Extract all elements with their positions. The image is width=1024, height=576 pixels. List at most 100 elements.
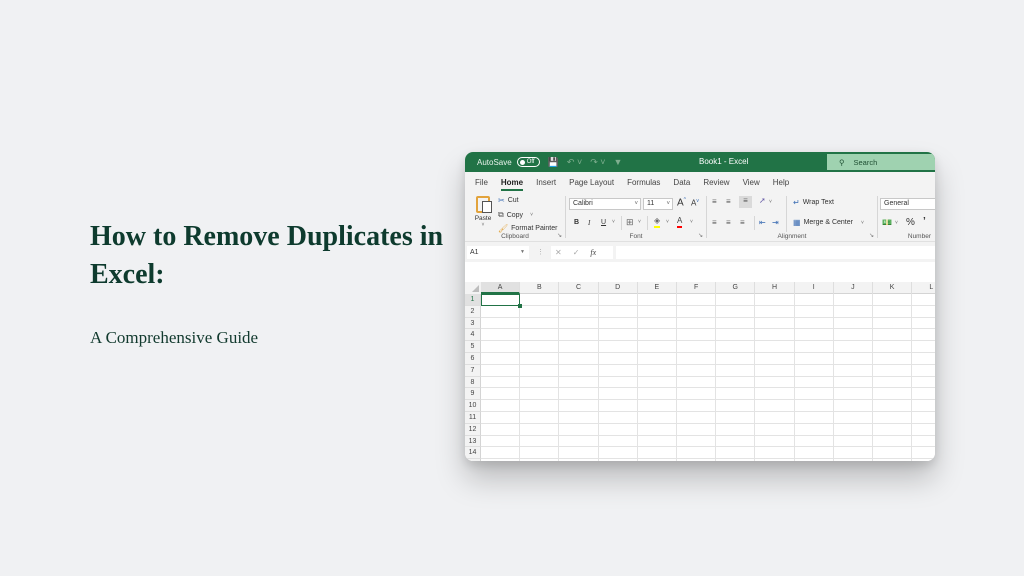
- row-header-8[interactable]: 8: [465, 376, 481, 389]
- percent-button[interactable]: %: [906, 217, 915, 228]
- column-header-e[interactable]: E: [638, 282, 677, 294]
- underline-button[interactable]: U: [601, 219, 606, 226]
- align-left-icon[interactable]: ≡: [712, 218, 717, 227]
- font-launcher-icon[interactable]: ↘: [698, 232, 703, 239]
- enter-icon[interactable]: ✓: [573, 248, 580, 257]
- orientation-icon[interactable]: ➚: [759, 196, 766, 205]
- italic-button[interactable]: I: [588, 219, 590, 227]
- wrap-text-button[interactable]: ↵ Wrap Text: [793, 198, 834, 207]
- column-header-g[interactable]: G: [716, 282, 756, 294]
- gridline-horizontal: [481, 422, 935, 424]
- clipboard-group: Paste ˅ ✂ Cut ⧉ Copy ˅ 🖌 Format Painter …: [465, 192, 565, 242]
- tab-formulas[interactable]: Formulas: [627, 178, 660, 187]
- tab-data[interactable]: Data: [673, 178, 690, 187]
- merge-center-button[interactable]: ▦ Merge & Center ˅: [793, 218, 864, 227]
- font-color-button[interactable]: A: [677, 216, 683, 228]
- accounting-dropdown-icon[interactable]: ˅: [895, 220, 898, 226]
- align-right-icon[interactable]: ≡: [740, 218, 745, 227]
- copy-dropdown-icon[interactable]: ˅: [530, 212, 533, 218]
- column-header-c[interactable]: C: [559, 282, 599, 294]
- bold-button[interactable]: B: [574, 219, 579, 226]
- align-bottom-icon[interactable]: ≡: [739, 196, 752, 208]
- column-header-k[interactable]: K: [873, 282, 913, 294]
- more-icon[interactable]: ⋮: [537, 248, 544, 256]
- increase-indent-icon[interactable]: ⇥: [772, 218, 779, 227]
- align-top-icon[interactable]: ≡: [712, 197, 717, 206]
- font-size-select[interactable]: 11 ˅: [643, 198, 673, 210]
- fill-color-dropdown-icon[interactable]: ˅: [666, 219, 669, 225]
- column-header-a[interactable]: A: [481, 282, 521, 294]
- tab-insert[interactable]: Insert: [536, 178, 556, 187]
- cancel-icon[interactable]: ✕: [555, 248, 562, 257]
- accounting-format-icon[interactable]: 💵: [882, 218, 892, 227]
- undo-icon[interactable]: ↶ ˅: [567, 157, 582, 168]
- column-header-b[interactable]: B: [520, 282, 560, 294]
- shrink-font-button[interactable]: Av: [691, 198, 699, 208]
- align-middle-icon[interactable]: ≡: [726, 197, 731, 206]
- row-header-10[interactable]: 10: [465, 400, 481, 412]
- number-format-select[interactable]: General: [880, 198, 935, 210]
- tab-help[interactable]: Help: [773, 178, 789, 187]
- fill-color-icon[interactable]: ◈: [654, 216, 661, 228]
- borders-icon[interactable]: ⊞: [626, 217, 634, 228]
- column-header-l[interactable]: L: [912, 282, 935, 294]
- search-box[interactable]: ⚲ Search: [827, 154, 935, 170]
- tab-page-layout[interactable]: Page Layout: [569, 178, 614, 187]
- font-color-dropdown-icon[interactable]: ˅: [690, 219, 693, 225]
- decrease-indent-icon[interactable]: ⇤: [759, 218, 766, 227]
- column-header-f[interactable]: F: [677, 282, 717, 294]
- gridline-vertical: [597, 294, 599, 461]
- row-header-6[interactable]: 6: [465, 353, 481, 365]
- row-header-5[interactable]: 5: [465, 341, 481, 353]
- row-header-15[interactable]: 15: [465, 459, 481, 461]
- row-header-2[interactable]: 2: [465, 305, 481, 318]
- format-painter-button[interactable]: 🖌 Format Painter: [498, 224, 557, 233]
- row-header-13[interactable]: 13: [465, 435, 481, 448]
- row-header-11[interactable]: 11: [465, 412, 481, 424]
- autosave-toggle[interactable]: Off: [516, 157, 540, 167]
- font-name-select[interactable]: Calibri ˅: [569, 198, 641, 210]
- column-header-h[interactable]: H: [755, 282, 795, 294]
- row-header-12[interactable]: 12: [465, 423, 481, 436]
- row-header-4[interactable]: 4: [465, 329, 481, 342]
- comma-style-button[interactable]: ’: [923, 216, 926, 227]
- borders-dropdown-icon[interactable]: ˅: [638, 219, 641, 225]
- row-header-9[interactable]: 9: [465, 388, 481, 401]
- formula-input[interactable]: [616, 246, 935, 259]
- row-header-3[interactable]: 3: [465, 317, 481, 330]
- tab-file[interactable]: File: [475, 178, 488, 187]
- column-header-i[interactable]: I: [795, 282, 834, 294]
- paste-button[interactable]: Paste ˅: [473, 196, 493, 228]
- gridline-horizontal: [481, 434, 935, 436]
- number-format-value: General: [884, 200, 909, 207]
- insert-function-icon[interactable]: fx: [590, 248, 596, 257]
- column-header-d[interactable]: D: [599, 282, 638, 294]
- tab-home[interactable]: Home: [500, 178, 524, 191]
- orientation-dropdown-icon[interactable]: ˅: [769, 199, 772, 205]
- tab-review[interactable]: Review: [703, 178, 729, 187]
- column-header-j[interactable]: J: [834, 282, 873, 294]
- gridline-vertical: [793, 294, 795, 461]
- floppy-disk-icon[interactable]: 💾: [548, 157, 559, 168]
- paste-dropdown-icon[interactable]: ˅: [473, 222, 493, 228]
- cut-button[interactable]: ✂ Cut: [498, 196, 519, 205]
- underline-dropdown-icon[interactable]: ˅: [612, 219, 615, 225]
- copy-button[interactable]: ⧉ Copy ˅: [498, 210, 533, 220]
- row-header-1[interactable]: 1: [465, 294, 481, 306]
- redo-icon[interactable]: ↷ ˅: [590, 157, 605, 168]
- page-subtitle: A Comprehensive Guide: [90, 328, 259, 347]
- clipboard-launcher-icon[interactable]: ↘: [557, 232, 562, 239]
- merge-dropdown-icon[interactable]: ˅: [861, 220, 864, 226]
- alignment-launcher-icon[interactable]: ↘: [869, 232, 874, 239]
- tab-view[interactable]: View: [743, 178, 760, 187]
- toggle-knob: [519, 159, 525, 165]
- selected-cell[interactable]: [481, 294, 523, 308]
- customize-qat-icon[interactable]: ▼: [614, 157, 623, 167]
- row-header-14[interactable]: 14: [465, 447, 481, 460]
- spreadsheet-grid[interactable]: ABCDEFGHIJKL 123456789101112131415: [465, 282, 935, 461]
- align-center-icon[interactable]: ≡: [726, 218, 731, 227]
- select-all-button[interactable]: [465, 282, 481, 294]
- grow-font-button[interactable]: A^: [677, 197, 686, 208]
- row-header-7[interactable]: 7: [465, 364, 481, 377]
- name-box[interactable]: A1 ▼: [467, 246, 529, 259]
